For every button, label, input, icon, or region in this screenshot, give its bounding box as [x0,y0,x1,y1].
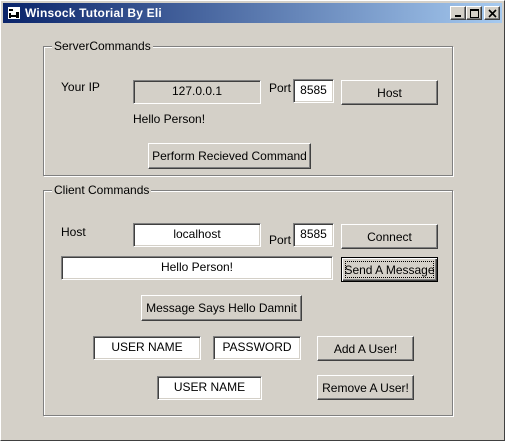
server-port-input[interactable]: 8585 [293,79,334,103]
received-message-label: Hello Person! [133,112,206,126]
maximize-icon [470,9,479,18]
window-title: Winsock Tutorial By Eli [25,6,162,20]
title-bar[interactable]: Winsock Tutorial By Eli [3,3,502,23]
app-icon [8,7,20,19]
client-host-input[interactable]: localhost [133,223,261,247]
add-username-input[interactable]: USER NAME [93,336,201,360]
minimize-button[interactable] [450,6,466,20]
close-button[interactable] [484,6,500,20]
server-port-label: Port [269,81,292,95]
your-ip-label: Your IP [61,80,100,94]
send-message-button[interactable]: Send A Message [341,257,438,282]
app-window: Winsock Tutorial By Eli ServerCommands Y… [0,0,505,441]
perform-received-command-button[interactable]: Perform Recieved Command [148,143,311,169]
remove-user-button[interactable]: Remove A User! [317,375,414,400]
hello-message-button[interactable]: Message Says Hello Damnit [141,295,302,321]
close-icon [488,9,497,18]
message-input[interactable]: Hello Person! [61,256,333,280]
focus-rectangle [345,261,434,278]
server-group-label: ServerCommands [52,39,153,53]
client-host-label: Host [61,225,86,239]
client-port-input[interactable]: 8585 [293,223,334,247]
add-user-button[interactable]: Add A User! [317,336,414,361]
maximize-button[interactable] [466,6,482,20]
password-input[interactable]: PASSWORD [213,336,301,360]
minimize-icon [455,15,461,17]
ip-address-field: 127.0.0.1 [133,80,261,104]
client-port-label: Port [269,233,292,247]
client-group-label: Client Commands [52,183,152,197]
connect-button[interactable]: Connect [341,224,438,249]
host-button[interactable]: Host [341,80,438,105]
remove-username-input[interactable]: USER NAME [157,376,262,400]
